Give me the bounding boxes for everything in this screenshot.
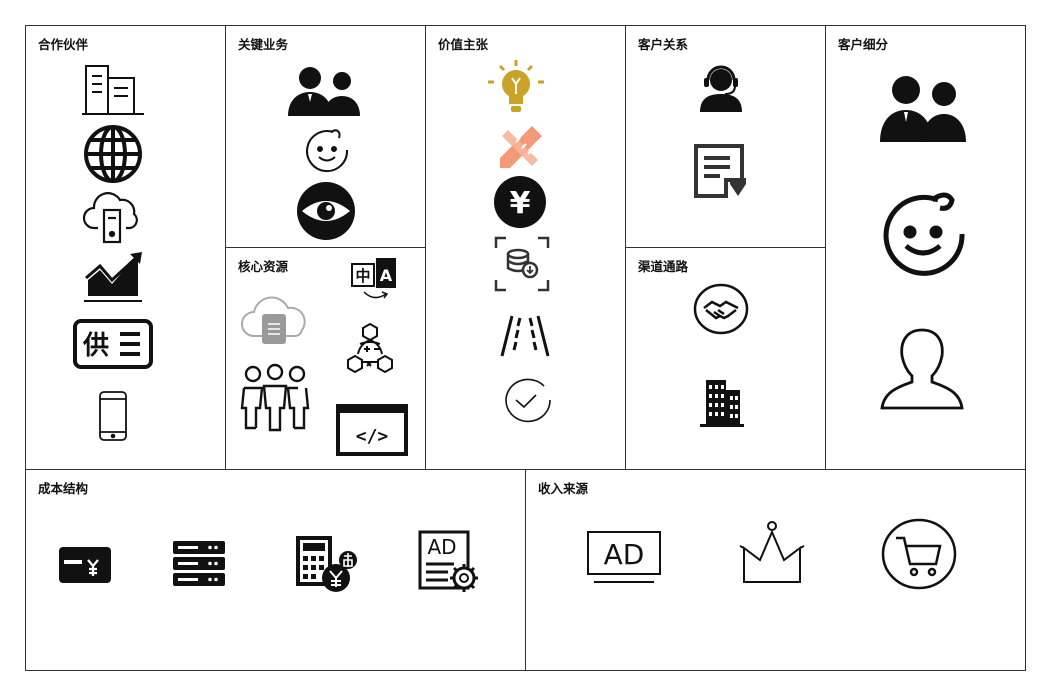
cloud-server-icon	[82, 188, 144, 244]
key-resources-section: 核心资源 中 A </>	[225, 247, 426, 470]
yen-char: ¥	[510, 186, 531, 221]
customer-segments-section: 客户细分	[825, 25, 1026, 470]
business-people-icon	[286, 64, 366, 116]
channels-section: 渠道通路	[625, 247, 826, 470]
key-activities-section: 关键业务	[225, 25, 426, 248]
check-circle-icon	[500, 378, 552, 423]
baby-face-icon	[301, 126, 353, 174]
cloud-document-icon	[240, 296, 310, 346]
yen-card-icon	[58, 546, 112, 584]
latin-char: A	[380, 266, 393, 285]
eye-icon	[294, 182, 358, 240]
smartphone-icon	[98, 390, 128, 442]
crown-icon	[736, 520, 808, 584]
office-building-icon	[80, 62, 148, 116]
globe-icon	[82, 124, 144, 184]
customer-relationships-title: 客户关系	[638, 37, 689, 52]
feedback-document-icon	[692, 142, 750, 198]
yen-coin-icon: ¥	[492, 176, 548, 228]
server-rack-icon	[172, 540, 226, 586]
calculator-yen-icon	[296, 536, 358, 594]
business-model-canvas: 合作伙伴 供 关键业务 核心资源 中 A </> 价值主张 ¥ 客户关系 渠道通…	[0, 0, 1050, 694]
road-icon	[500, 314, 550, 358]
code-label: </>	[356, 426, 389, 447]
chinese-char: 中	[355, 267, 370, 285]
supply-char: 供	[82, 331, 109, 361]
shopping-cart-icon	[880, 518, 958, 590]
ad-text: AD	[427, 535, 456, 559]
database-download-icon	[494, 236, 550, 292]
baby-face-icon	[876, 190, 972, 276]
supply-list-icon: 供	[72, 318, 154, 370]
key-resources-title: 核心资源	[238, 259, 289, 274]
handshake-icon	[692, 282, 750, 336]
cost-structure-title: 成本结构	[38, 481, 89, 496]
design-tools-icon	[496, 122, 546, 168]
customer-service-icon	[698, 64, 744, 112]
growth-chart-icon	[82, 250, 144, 302]
value-propositions-title: 价值主张	[438, 37, 489, 52]
channels-title: 渠道通路	[638, 259, 689, 274]
key-partners-title: 合作伙伴	[38, 37, 89, 52]
customer-segments-title: 客户细分	[838, 37, 889, 52]
translate-icon: 中 A	[350, 256, 398, 306]
person-outline-icon	[880, 326, 964, 412]
business-people-icon	[878, 72, 972, 142]
key-partners-section: 合作伙伴 供	[25, 25, 226, 470]
tall-building-icon	[696, 372, 746, 428]
customer-relationships-section: 客户关系	[625, 25, 826, 248]
value-propositions-section: 价值主张 ¥	[425, 25, 626, 470]
lightbulb-icon	[488, 58, 544, 116]
team-icon	[240, 363, 310, 432]
ad-board-icon: AD	[586, 530, 662, 588]
ad-settings-icon: AD	[418, 530, 480, 592]
key-activities-title: 关键业务	[238, 37, 289, 52]
formula-network-icon	[346, 322, 394, 374]
cost-structure-section: 成本结构 AD	[25, 469, 526, 671]
ad-board-text: AD	[604, 538, 645, 571]
revenue-streams-title: 收入来源	[538, 481, 589, 496]
code-window-icon: </>	[336, 404, 408, 456]
revenue-streams-section: 收入来源 AD	[525, 469, 1026, 671]
